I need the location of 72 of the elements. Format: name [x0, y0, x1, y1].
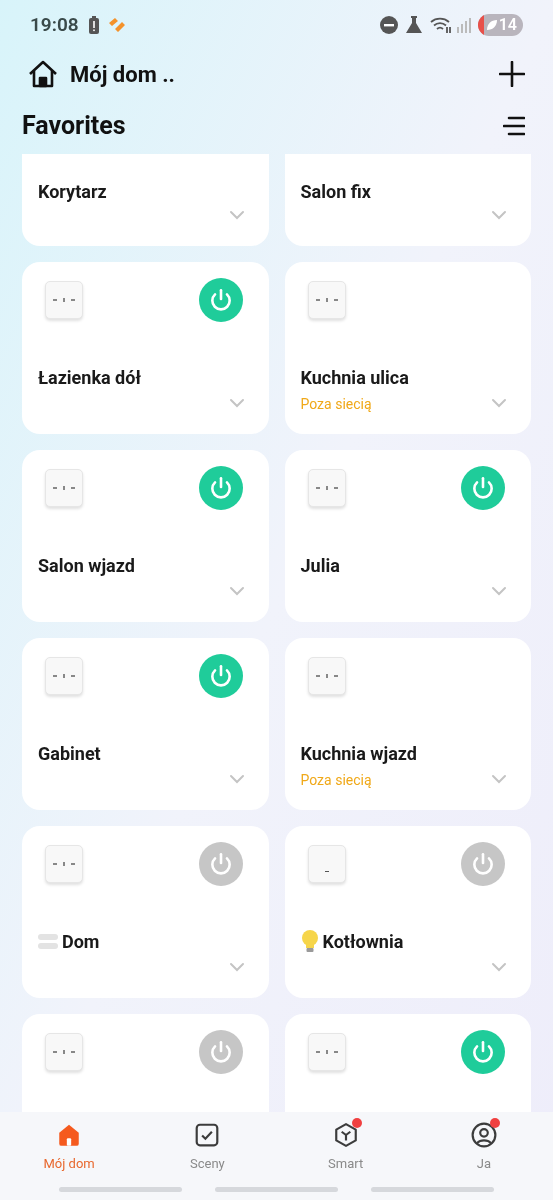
device-name: Salon wjazd: [38, 554, 135, 578]
chevron-down-icon: [491, 210, 507, 220]
device-name: Kuchnia wjazd: [300, 742, 417, 766]
offline-status: Poza siecią: [300, 771, 372, 790]
battery-level-bar: [477, 14, 484, 36]
device-image: [45, 469, 83, 507]
device-image: [307, 469, 346, 507]
do-not-disturb-icon: [379, 16, 398, 34]
light-bulb-icon: [300, 929, 319, 954]
device-image: [45, 845, 83, 883]
device-card[interactable]: Korytarz: [22, 154, 269, 246]
device-card[interactable]: Kuchnia wjazd Poza siecią: [284, 638, 531, 810]
hexagon-icon: [332, 1122, 359, 1148]
chevron-down-icon: [228, 398, 245, 408]
device-card[interactable]: Gabinet: [22, 638, 269, 810]
power-button[interactable]: [198, 842, 243, 886]
power-icon: [470, 475, 496, 501]
chevron-down-icon: [228, 774, 245, 784]
power-icon: [470, 1039, 496, 1065]
device-name: Łazienka dół: [38, 366, 141, 390]
device-image: [45, 1033, 83, 1071]
device-card[interactable]: Kuchnia ulica Poza siecią: [284, 262, 531, 434]
chevron-down-icon: [228, 962, 245, 972]
device-card[interactable]: Kotłownia: [284, 826, 531, 998]
toggle-icon: [38, 932, 58, 951]
device-card[interactable]: Dom: [22, 826, 269, 998]
device-image: [307, 845, 346, 883]
home-icon[interactable]: [28, 60, 58, 88]
chevron-down-icon: [491, 774, 507, 784]
device-image: [307, 281, 346, 319]
flask-icon: [405, 16, 422, 34]
device-image: [45, 281, 83, 319]
menu-icon[interactable]: [503, 116, 525, 136]
section-title: Favorites: [22, 110, 126, 143]
device-card[interactable]: Łazienka dół: [22, 262, 269, 434]
device-image: [307, 1033, 346, 1071]
checkbox-icon: [194, 1122, 221, 1148]
home-title[interactable]: Mój dom ..: [70, 57, 175, 91]
power-button[interactable]: [198, 654, 243, 698]
signal-icon: [455, 17, 472, 33]
chevron-down-icon: [491, 586, 507, 596]
leaf-icon: [485, 19, 498, 31]
battery-indicator: 14: [477, 14, 523, 36]
device-card[interactable]: Julia: [284, 450, 531, 622]
power-button[interactable]: [198, 466, 243, 510]
status-time: 19:08: [30, 11, 79, 38]
chevron-down-icon: [491, 398, 507, 408]
device-name: Kotłownia: [322, 930, 404, 954]
chevron-down-icon: [228, 210, 245, 220]
device-name: Salon fix: [300, 180, 371, 204]
device-image: [45, 657, 83, 695]
device-image: [307, 657, 346, 695]
device-name: Kuchnia ulica: [300, 366, 409, 390]
profile-icon: [470, 1122, 497, 1148]
chevron-down-icon: [228, 586, 245, 596]
device-name: Julia: [300, 554, 340, 578]
power-button[interactable]: [198, 278, 243, 322]
power-button[interactable]: [461, 466, 505, 510]
wifi-icon: [429, 16, 452, 34]
device-name: Dom: [62, 930, 100, 954]
chevron-down-icon: [491, 962, 507, 972]
device-name: Korytarz: [38, 180, 107, 204]
battery-alert-icon: [88, 16, 99, 34]
power-button[interactable]: [461, 842, 505, 886]
add-icon[interactable]: [499, 61, 525, 87]
power-icon: [470, 851, 496, 877]
offline-status: Poza siecią: [300, 395, 372, 414]
device-card[interactable]: Salon wjazd: [22, 450, 269, 622]
device-name: Gabinet: [38, 742, 101, 766]
power-button[interactable]: [198, 1030, 243, 1074]
device-card[interactable]: Salon fix: [284, 154, 531, 246]
power-button[interactable]: [461, 1030, 505, 1074]
